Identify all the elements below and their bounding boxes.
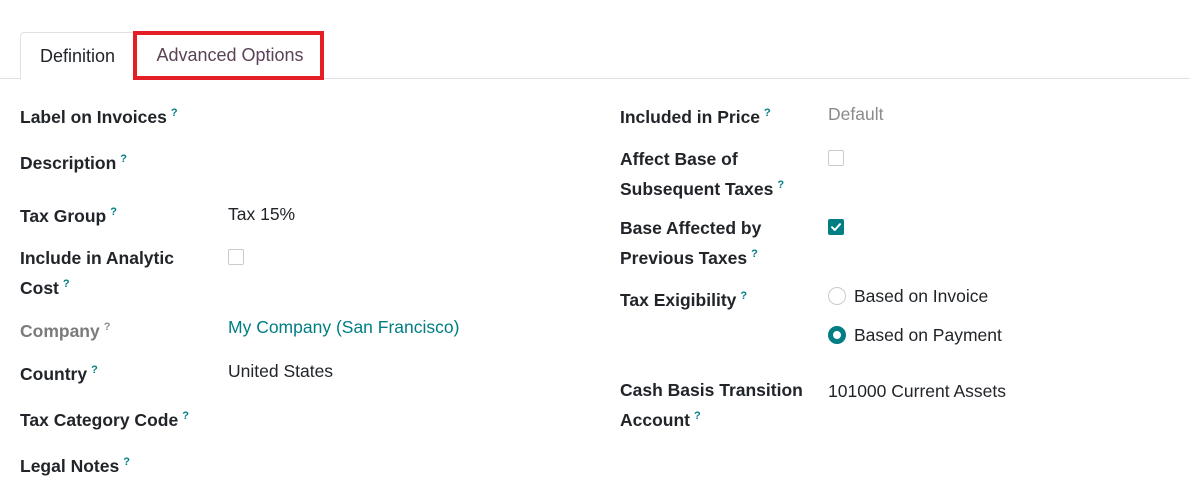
included-in-price-select[interactable]: Default [828,101,883,127]
help-icon[interactable]: ? [694,410,701,422]
description-label: Description? [20,146,127,176]
label-text: Base Affected by [620,218,762,238]
label-text: Tax Category Code [20,409,179,430]
affect-base-checkbox[interactable] [828,150,844,166]
help-icon[interactable]: ? [123,456,130,468]
label-text: Tax Group [20,205,107,226]
cash-basis-account-label: Cash Basis Transition Account? [620,377,803,433]
label-text: Include in Analytic [20,248,174,268]
base-affected-checkbox[interactable] [828,219,844,235]
include-analytic-label: Include in Analytic Cost? [20,245,174,301]
tab-definition[interactable]: Definition [20,32,135,80]
tax-exigibility-label: Tax Exigibility? [620,283,747,313]
label-on-invoices-label: Label on Invoices? [20,100,178,130]
label-text: Subsequent Taxes [620,178,774,199]
tax-group-field[interactable]: Tax 15% [228,201,295,227]
tab-advanced-options[interactable]: Advanced Options [136,32,324,79]
based-on-payment-radio[interactable] [828,326,846,344]
help-icon[interactable]: ? [740,290,747,302]
label-text: Cost [20,277,59,298]
label-text: Cash Basis Transition [620,380,803,400]
help-icon[interactable]: ? [104,321,111,333]
label-text: Country [20,363,88,384]
include-analytic-checkbox[interactable] [228,249,244,265]
help-icon[interactable]: ? [120,153,127,165]
base-affected-label: Base Affected by Previous Taxes? [620,215,761,271]
tax-category-code-label: Tax Category Code? [20,403,189,433]
country-label: Country? [20,357,98,387]
label-text: Legal Notes [20,455,120,476]
cash-basis-account-field[interactable]: 101000 Current Assets [828,378,1006,404]
label-text: Company [20,320,100,341]
based-on-payment-label[interactable]: Based on Payment [854,322,1002,348]
company-link[interactable]: My Company (San Francisco) [228,314,459,340]
label-text: Previous Taxes [620,247,748,268]
label-text: Included in Price [620,106,761,127]
country-field[interactable]: United States [228,358,333,384]
label-text: Description [20,152,117,173]
affect-base-label: Affect Base of Subsequent Taxes? [620,146,784,202]
label-text: Account [620,409,690,430]
based-on-invoice-label[interactable]: Based on Invoice [854,283,988,309]
help-icon[interactable]: ? [764,107,771,119]
help-icon[interactable]: ? [777,179,784,191]
help-icon[interactable]: ? [171,107,178,119]
check-icon [831,223,841,231]
help-icon[interactable]: ? [63,278,70,290]
legal-notes-label: Legal Notes? [20,449,130,479]
based-on-invoice-radio[interactable] [828,287,846,305]
help-icon[interactable]: ? [110,206,117,218]
help-icon[interactable]: ? [751,248,758,260]
included-in-price-label: Included in Price? [620,100,771,130]
company-label: Company? [20,314,110,344]
label-text: Tax Exigibility [620,289,737,310]
notebook-tabs: Definition Advanced Options [0,0,1190,80]
label-text: Affect Base of [620,149,738,169]
label-text: Label on Invoices [20,106,167,127]
help-icon[interactable]: ? [182,410,189,422]
help-icon[interactable]: ? [91,364,98,376]
tax-group-label: Tax Group? [20,199,117,229]
